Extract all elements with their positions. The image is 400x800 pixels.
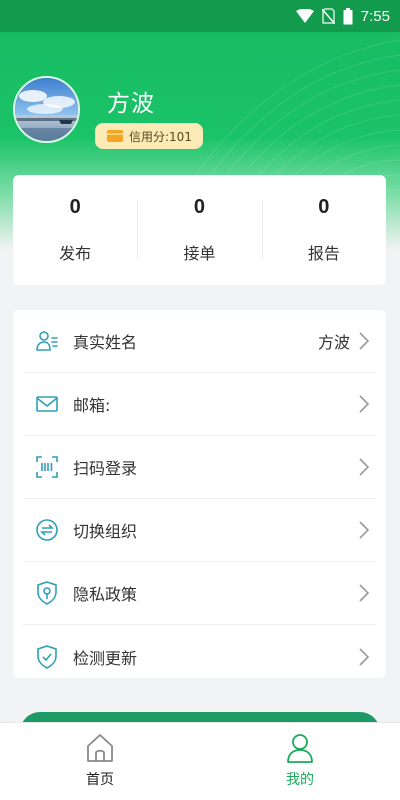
menu-item-switch-org[interactable]: 切换组织 bbox=[23, 499, 376, 562]
home-icon bbox=[87, 734, 113, 762]
check-shield-icon bbox=[35, 644, 59, 669]
settings-menu: 真实姓名 方波 邮箱: 扫码登录 切换组织 隐私政策 检测更新 bbox=[13, 310, 386, 678]
wifi-icon bbox=[295, 9, 314, 23]
mail-icon bbox=[35, 392, 59, 416]
stat-value: 0 bbox=[69, 196, 81, 218]
tab-mine[interactable]: 我的 bbox=[200, 723, 400, 800]
menu-label: 隐私政策 bbox=[73, 585, 138, 604]
chevron-right-icon bbox=[359, 521, 370, 539]
menu-value: 方波 bbox=[317, 333, 350, 352]
stat-value: 0 bbox=[318, 196, 330, 218]
scan-icon bbox=[35, 455, 59, 479]
wallet-icon bbox=[107, 130, 123, 142]
stat-publish[interactable]: 0 发布 bbox=[13, 196, 137, 264]
stats-card: 0 发布 0 接单 0 报告 bbox=[13, 175, 386, 285]
battery-icon bbox=[343, 7, 353, 25]
stat-value: 0 bbox=[193, 196, 206, 218]
stat-label: 发布 bbox=[59, 244, 92, 263]
menu-label: 真实姓名 bbox=[73, 333, 138, 352]
user-name: 方波 bbox=[107, 91, 155, 117]
person-icon bbox=[287, 734, 313, 763]
chevron-right-icon bbox=[359, 458, 370, 476]
stat-orders[interactable]: 0 接单 bbox=[137, 196, 261, 264]
status-bar: 7:55 bbox=[0, 0, 400, 32]
tab-bar: 首页 我的 bbox=[0, 722, 400, 800]
tab-label: 我的 bbox=[286, 772, 314, 788]
chevron-right-icon bbox=[359, 647, 370, 666]
switch-icon bbox=[35, 518, 59, 542]
privacy-shield-icon bbox=[35, 581, 59, 605]
user-card-icon bbox=[35, 329, 59, 353]
chevron-right-icon bbox=[359, 395, 370, 413]
profile-screen: 7:55 方波 信用分:101 0 发布 0 接单 0 报告 真实姓名 方波 邮… bbox=[0, 0, 400, 800]
menu-item-check-update[interactable]: 检测更新 bbox=[23, 625, 376, 688]
menu-label: 扫码登录 bbox=[73, 459, 138, 478]
stat-label: 接单 bbox=[183, 244, 216, 263]
credit-badge: 信用分:101 bbox=[95, 123, 203, 149]
chevron-right-icon bbox=[359, 584, 370, 602]
tab-home[interactable]: 首页 bbox=[0, 723, 200, 800]
credit-score: 信用分:101 bbox=[129, 129, 192, 144]
menu-label: 切换组织 bbox=[73, 522, 138, 541]
menu-label: 邮箱: bbox=[73, 396, 111, 415]
chevron-right-icon bbox=[359, 332, 370, 350]
menu-item-privacy[interactable]: 隐私政策 bbox=[23, 562, 376, 625]
menu-item-scan-login[interactable]: 扫码登录 bbox=[23, 436, 376, 499]
menu-item-email[interactable]: 邮箱: bbox=[23, 373, 376, 436]
status-time: 7:55 bbox=[360, 7, 390, 25]
no-sim-icon bbox=[321, 8, 335, 24]
avatar[interactable] bbox=[13, 76, 80, 143]
stat-reports[interactable]: 0 报告 bbox=[261, 196, 386, 264]
menu-item-real-name[interactable]: 真实姓名 方波 bbox=[23, 310, 376, 373]
menu-label: 检测更新 bbox=[73, 648, 138, 668]
stat-label: 报告 bbox=[307, 244, 340, 263]
tab-label: 首页 bbox=[86, 772, 114, 788]
